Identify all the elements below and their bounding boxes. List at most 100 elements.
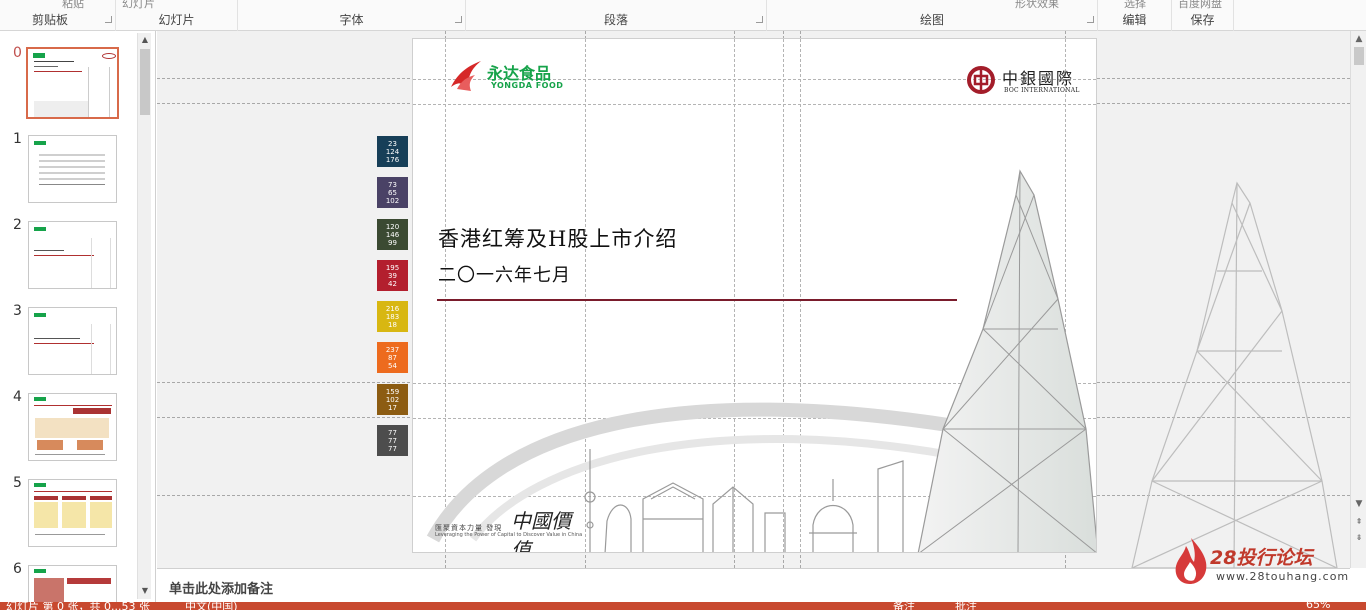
color-swatch[interactable]: 77 77 77 (377, 425, 408, 456)
scroll-up-arrow-icon[interactable]: ▲ (1353, 33, 1365, 45)
swatch-r: 195 (385, 264, 400, 272)
color-swatch[interactable]: 195 39 42 (377, 260, 408, 291)
swatch-r: 237 (385, 346, 400, 354)
paste-label-clip: 粘贴 (62, 0, 84, 10)
bank-of-china-logo-icon (967, 66, 995, 94)
powerpoint-window: 粘贴 剪贴板 幻灯片 幻灯片 字体 段落 形状效果 绘图 选择 编辑 百度网盘 … (0, 0, 1366, 610)
title-underline (437, 299, 957, 301)
slide-thumbnail-5[interactable] (28, 479, 117, 547)
scroll-up-arrow-icon[interactable]: ▲ (140, 35, 150, 45)
swatch-g: 146 (385, 231, 400, 239)
watermark-title: 28投行论坛 (1210, 547, 1313, 569)
color-swatch[interactable]: 159 102 17 (377, 384, 408, 415)
swatch-g: 77 (388, 437, 397, 445)
slide-editing-canvas[interactable]: 永达食品 YONGDA FOOD 中銀國際 BOC INTERNATIONAL … (157, 31, 1350, 568)
scroll-down-arrow-icon[interactable]: ▼ (1353, 498, 1365, 510)
swatch-b: 42 (388, 280, 397, 288)
scroll-down-arrow-icon[interactable]: ▼ (140, 586, 150, 596)
dialog-launcher-icon[interactable] (455, 16, 462, 23)
swatch-g: 183 (385, 313, 400, 321)
ribbon: 粘贴 剪贴板 幻灯片 幻灯片 字体 段落 形状效果 绘图 选择 编辑 百度网盘 … (0, 0, 1366, 31)
boc-name-en: BOC INTERNATIONAL (1004, 87, 1080, 94)
slide-thumbnail-2[interactable] (28, 221, 117, 289)
swatch-r: 216 (385, 305, 400, 313)
slogan-block: 匯聚資本力量 發現 中國價值 Leveraging the Power of C… (435, 509, 585, 552)
color-swatch[interactable]: 73 65 102 (377, 177, 408, 208)
swatch-g: 39 (388, 272, 397, 280)
shape-effect-clip: 形状效果 (1015, 0, 1059, 10)
swatch-b: 17 (388, 404, 397, 412)
color-swatch[interactable]: 23 124 176 (377, 136, 408, 167)
thumbnail-number: 1 (13, 131, 22, 147)
slide-thumbnail-1[interactable] (28, 135, 117, 203)
swatch-r: 120 (385, 223, 400, 231)
save-group: 百度网盘 保存 (1172, 0, 1234, 31)
slide-thumbnail-6[interactable] (28, 565, 117, 602)
slogan-en: Leveraging the Power of Capital to Disco… (435, 532, 583, 538)
swatch-g: 102 (385, 396, 400, 404)
slide-guide (413, 104, 1096, 105)
slogan-calligraphy: 中國價值 (511, 509, 571, 553)
swatch-b: 102 (385, 197, 400, 205)
previous-slide-icon[interactable]: ⇞ (1353, 516, 1365, 528)
slides-group: 幻灯片 幻灯片 (116, 0, 238, 31)
group-label: 编辑 (1122, 13, 1147, 27)
group-label: 绘图 (919, 13, 944, 27)
scroll-thumb[interactable] (140, 49, 150, 115)
color-swatch[interactable]: 120 146 99 (377, 219, 408, 250)
notes-toggle[interactable]: 备注 (893, 602, 915, 610)
language-indicator[interactable]: 中文(中国) (185, 602, 238, 610)
watermark: 28投行论坛 www.28touhang.com (1172, 536, 1348, 586)
tower-illustration (917, 169, 1096, 552)
group-label: 段落 (603, 13, 628, 27)
swatch-r: 159 (385, 388, 400, 396)
yongda-logo: 永达食品 YONGDA FOOD (447, 57, 577, 93)
swatch-b: 77 (388, 445, 397, 453)
dialog-launcher-icon[interactable] (105, 16, 112, 23)
color-swatch[interactable]: 216 183 18 (377, 301, 408, 332)
watermark-url: www.28touhang.com (1216, 570, 1350, 583)
slide-thumbnail-0[interactable] (26, 47, 119, 119)
boc-international-logo: 中銀國際 BOC INTERNATIONAL (966, 65, 1086, 101)
notes-placeholder[interactable]: 单击此处添加备注 (169, 578, 273, 597)
skyline-illustration (584, 449, 904, 552)
group-label: 剪贴板 (32, 13, 69, 27)
editing-group: 选择 编辑 (1098, 0, 1172, 31)
slide-thumbnails-panel: 0 1 2 3 4 5 6 ▲ ▼ (0, 31, 156, 602)
group-label: 保存 (1190, 13, 1215, 27)
clipboard-group: 粘贴 剪贴板 (0, 0, 116, 31)
swatch-b: 54 (388, 362, 397, 370)
paragraph-group: 段落 (466, 0, 767, 31)
slide-thumbnail-4[interactable] (28, 393, 117, 461)
swatch-b: 176 (385, 156, 400, 164)
zoom-level[interactable]: 65% (1306, 602, 1330, 610)
group-label: 字体 (339, 13, 364, 27)
baidu-clip: 百度网盘 (1178, 0, 1222, 10)
dialog-launcher-icon[interactable] (756, 16, 763, 23)
thumbnail-number: 5 (13, 475, 22, 491)
canvas-scrollbar[interactable]: ▲ ▼ ⇞ ⇟ (1350, 31, 1366, 568)
comments-toggle[interactable]: 批注 (955, 602, 977, 610)
color-swatch[interactable]: 237 87 54 (377, 342, 408, 373)
flame-watermark-icon (1175, 538, 1207, 584)
dialog-launcher-icon[interactable] (1087, 16, 1094, 23)
swatch-r: 77 (388, 429, 397, 437)
thumbnail-number: 4 (13, 389, 22, 405)
yongda-name-en: YONGDA FOOD (491, 81, 564, 90)
flame-logo-icon (451, 61, 481, 91)
slide-subtitle[interactable]: 二〇一六年七月 (438, 261, 571, 287)
thumbnail-number: 2 (13, 217, 22, 233)
swatch-g: 87 (388, 354, 397, 362)
slide-title[interactable]: 香港红筹及H股上市介绍 (438, 223, 677, 253)
thumbnail-scrollbar[interactable]: ▲ ▼ (137, 33, 151, 599)
slide-count: 幻灯片 第 0 张，共 0...53 张 (6, 602, 150, 610)
swatch-g: 124 (385, 148, 400, 156)
status-bar: 幻灯片 第 0 张，共 0...53 张 中文(中国) 备注 批注 65% (0, 602, 1366, 610)
drawing-group: 形状效果 绘图 (767, 0, 1098, 31)
slide-thumbnail-3[interactable] (28, 307, 117, 375)
swatch-g: 65 (388, 189, 397, 197)
thumbnail-number: 0 (13, 45, 22, 61)
next-slide-icon[interactable]: ⇟ (1353, 532, 1365, 544)
scroll-thumb[interactable] (1354, 47, 1364, 65)
slide-0[interactable]: 永达食品 YONGDA FOOD 中銀國際 BOC INTERNATIONAL … (412, 38, 1097, 553)
